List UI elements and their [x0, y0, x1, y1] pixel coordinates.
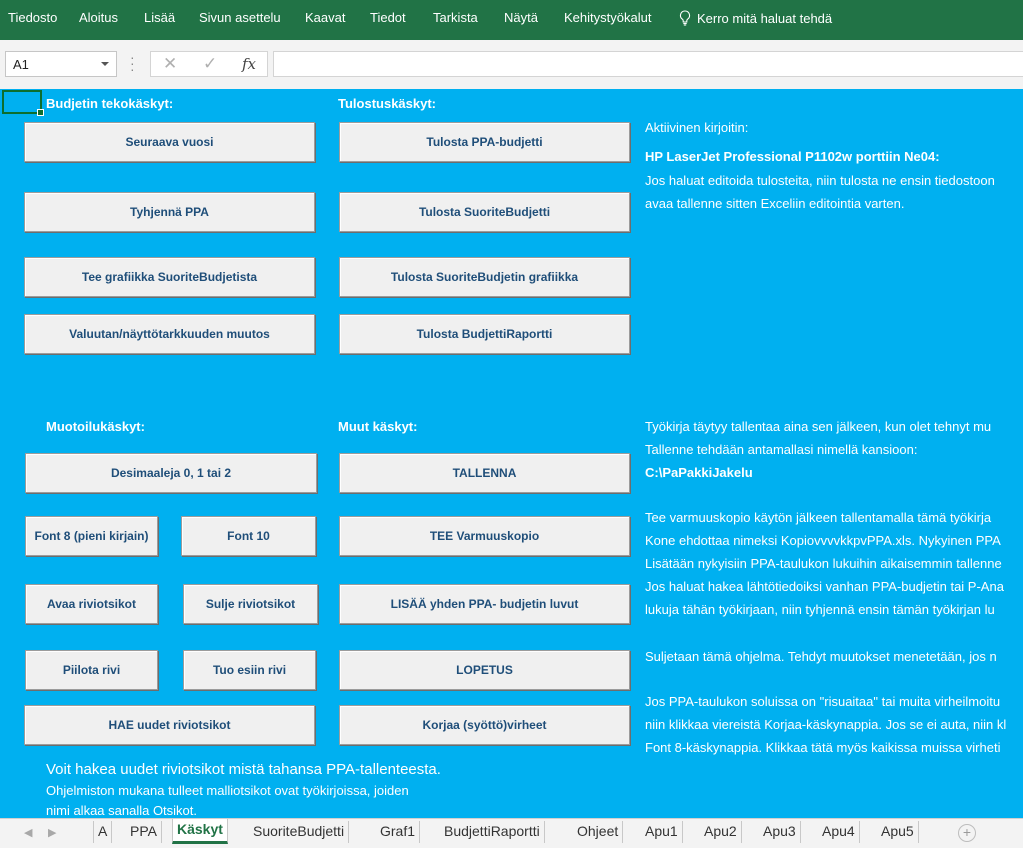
print-suorite-graphics-button[interactable]: Tulosta SuoriteBudjetin grafiikka [339, 257, 630, 297]
sheet-tab-suoritebudjetti[interactable]: SuoriteBudjetti [249, 821, 350, 843]
next-year-button[interactable]: Seuraava vuosi [24, 122, 315, 162]
ribbon-tab-sivun-asettelu[interactable]: Sivun asettelu [199, 10, 281, 25]
scroll-left-icon[interactable]: ◀ [24, 826, 32, 839]
sheet-tab-budjettiraportti[interactable]: BudjettiRaportti [440, 821, 545, 843]
active-printer-label: Aktiivinen kirjoitin: [645, 120, 749, 135]
font8-button[interactable]: Font 8 (pieni kirjain) [25, 516, 158, 556]
backup-info-text: Kone ehdottaa nimeksi KopiovvvvkkpvPPA.x… [645, 533, 1001, 548]
sheet-tab-kaskyt[interactable]: Käskyt [172, 819, 228, 844]
open-row-headers-button[interactable]: Avaa riviotsikot [25, 584, 158, 624]
make-graphics-button[interactable]: Tee grafiikka SuoriteBudjetista [24, 257, 315, 297]
hide-row-button[interactable]: Piilota rivi [25, 650, 158, 690]
sheet-tab-apu4[interactable]: Apu4 [818, 821, 860, 843]
font10-button[interactable]: Font 10 [181, 516, 316, 556]
clear-ppa-button[interactable]: Tyhjennä PPA [24, 192, 315, 232]
tell-me-search[interactable]: Kerro mitä haluat tehdä [679, 10, 832, 26]
add-info-text: lukuja tähän työkirjaan, niin tyhjennä e… [645, 602, 995, 617]
ribbon-tab-tiedosto[interactable]: Tiedosto [8, 10, 57, 25]
print-suoritebudjetti-button[interactable]: Tulosta SuoriteBudjetti [339, 192, 630, 232]
decimals-button[interactable]: Desimaaleja 0, 1 tai 2 [25, 453, 317, 493]
add-sheet-icon[interactable]: + [958, 824, 976, 842]
ribbon-tab-aloitus[interactable]: Aloitus [79, 10, 118, 25]
drag-handle-icon[interactable]: · · · [130, 50, 135, 76]
save-path: C:\PaPakkiJakelu [645, 465, 753, 480]
row-headers-info-text: Ohjelmiston mukana tulleet malliotsikot … [46, 783, 409, 798]
exit-button[interactable]: LOPETUS [339, 650, 630, 690]
close-row-headers-button[interactable]: Sulje riviotsikot [183, 584, 318, 624]
print-edit-text: avaa tallenne sitten Exceliin editointia… [645, 196, 905, 211]
print-edit-text: Jos haluat editoida tulosteita, niin tul… [645, 173, 995, 188]
sheet-tab-apu5[interactable]: Apu5 [877, 821, 919, 843]
exit-info-text: Suljetaan tämä ohjelma. Tehdyt muutokset… [645, 649, 997, 664]
add-ppa-button[interactable]: LISÄÄ yhden PPA- budjetin luvut [339, 584, 630, 624]
fetch-row-headers-button[interactable]: HAE uudet riviotsikot [24, 705, 315, 745]
name-box[interactable]: A1 [5, 51, 117, 77]
printer-name: HP LaserJet Professional P1102w porttiin… [645, 149, 940, 164]
sheet-tab-ppa[interactable]: PPA [126, 821, 162, 843]
budget-commands-header: Budjetin tekokäskyt: [46, 96, 174, 111]
enter-icon[interactable]: ✓ [203, 54, 217, 74]
fix-info-text: Jos PPA-taulukon soluissa on "risuaitaa"… [645, 694, 1001, 709]
ribbon-tab-tarkista[interactable]: Tarkista [433, 10, 478, 25]
ribbon-tabs-bar: Tiedosto Aloitus Lisää Sivun asettelu Ka… [0, 0, 1023, 40]
fix-info-text: niin klikkaa viereistä Korjaa-käskynappi… [645, 717, 1007, 732]
ribbon-tab-lisaa[interactable]: Lisää [144, 10, 175, 25]
row-headers-info-heading: Voit hakea uudet riviotsikot mistä tahan… [46, 761, 441, 778]
sheet-tab-a[interactable]: A [93, 821, 113, 843]
add-info-text: Lisätään nykyisiin PPA-taulukon lukuihin… [645, 556, 1002, 571]
show-row-button[interactable]: Tuo esiin rivi [183, 650, 316, 690]
save-button[interactable]: TALLENNA [339, 453, 630, 493]
formula-input[interactable] [273, 51, 1023, 77]
selected-cell-a1[interactable] [2, 90, 44, 116]
ribbon-tab-nayta[interactable]: Näytä [504, 10, 538, 25]
sheet-tab-apu2[interactable]: Apu2 [700, 821, 742, 843]
worksheet-area[interactable]: Budjetin tekokäskyt: Tulostuskäskyt: Seu… [0, 89, 1023, 818]
formula-buttons: ✕ ✓ fx [150, 51, 268, 77]
fix-errors-button[interactable]: Korjaa (syöttö)virheet [339, 705, 630, 745]
ribbon-tab-kaavat[interactable]: Kaavat [305, 10, 345, 25]
name-box-value: A1 [13, 57, 29, 72]
sheet-tab-apu3[interactable]: Apu3 [759, 821, 801, 843]
sheet-tab-graf1[interactable]: Graf1 [376, 821, 421, 843]
chevron-down-icon[interactable] [101, 62, 109, 66]
other-commands-header: Muut käskyt: [338, 419, 418, 434]
print-ppa-button[interactable]: Tulosta PPA-budjetti [339, 122, 630, 162]
add-info-text: Jos haluat hakea lähtötiedoiksi vanhan P… [645, 579, 1004, 594]
scroll-right-icon[interactable]: ▶ [48, 826, 56, 839]
sheet-tabs-bar: ◀ ▶ A PPA Käskyt SuoriteBudjetti Graf1 B… [0, 818, 1023, 848]
lightbulb-icon [679, 10, 691, 26]
row-headers-info-text: nimi alkaa sanalla Otsikot. [46, 803, 198, 818]
formula-bar: A1 · · · ✕ ✓ fx [0, 40, 1023, 89]
currency-precision-button[interactable]: Valuutan/näyttötarkkuuden muutos [24, 314, 315, 354]
tell-me-label: Kerro mitä haluat tehdä [697, 10, 833, 26]
insert-function-icon[interactable]: fx [242, 55, 256, 73]
sheet-tab-apu1[interactable]: Apu1 [641, 821, 683, 843]
save-info-text: Työkirja täytyy tallentaa aina sen jälke… [645, 419, 992, 434]
ribbon-tab-tiedot[interactable]: Tiedot [370, 10, 406, 25]
print-budjettiraportti-button[interactable]: Tulosta BudjettiRaportti [339, 314, 630, 354]
format-commands-header: Muotoilukäskyt: [46, 419, 145, 434]
backup-info-text: Tee varmuuskopio käytön jälkeen tallenta… [645, 510, 992, 525]
ribbon-tab-kehitystyokalut[interactable]: Kehitystyökalut [564, 10, 651, 25]
cancel-icon[interactable]: ✕ [163, 54, 177, 74]
backup-button[interactable]: TEE Varmuuskopio [339, 516, 630, 556]
fix-info-text: Font 8-käskynappia. Klikkaa tätä myös ka… [645, 740, 1001, 755]
save-info-text: Tallenne tehdään antamallasi nimellä kan… [645, 442, 918, 457]
print-commands-header: Tulostuskäskyt: [338, 96, 437, 111]
sheet-tab-ohjeet[interactable]: Ohjeet [573, 821, 624, 843]
